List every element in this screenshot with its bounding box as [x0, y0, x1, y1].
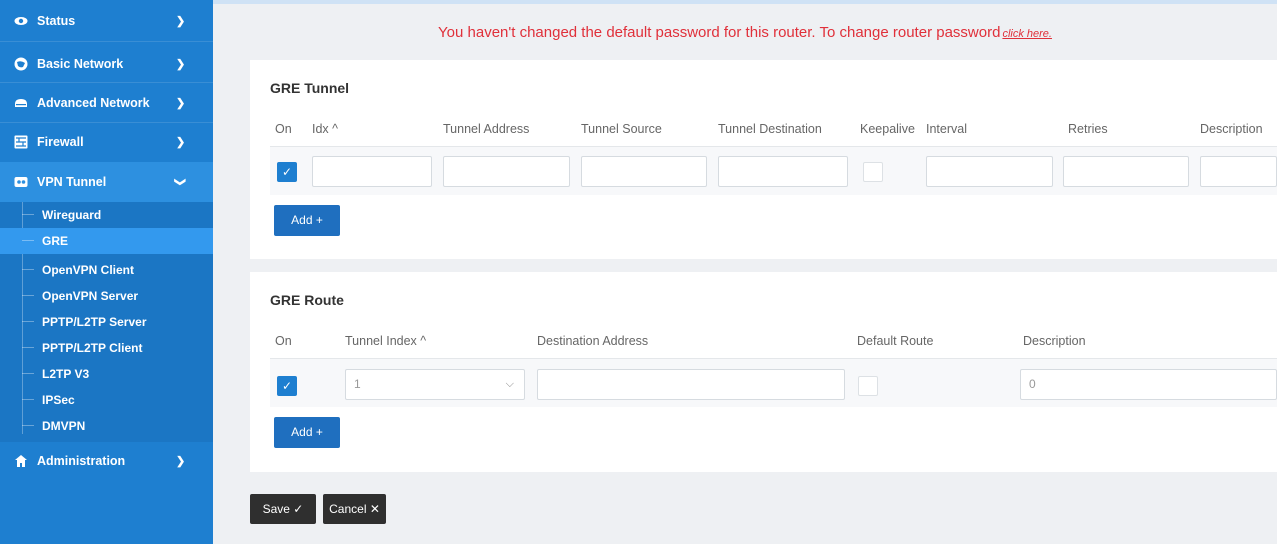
- submenu-label: Wireguard: [42, 208, 102, 222]
- col-idx-sort[interactable]: Idx ^: [312, 122, 338, 136]
- col-retries: Retries: [1068, 122, 1108, 136]
- admin-icon: [15, 455, 27, 467]
- cloud-icon: [15, 99, 27, 107]
- col-tunnel-index-sort[interactable]: Tunnel Index ^: [345, 334, 426, 348]
- tunnel-enabled-checkbox[interactable]: ✓: [277, 162, 297, 182]
- submenu-item-pptp-l2tp-server[interactable]: PPTP/L2TP Server: [0, 309, 213, 335]
- add-route-button[interactable]: Add +: [274, 417, 340, 448]
- col-tunnel-address: Tunnel Address: [443, 122, 530, 136]
- firewall-icon: [14, 135, 28, 149]
- description-input[interactable]: [1200, 156, 1277, 187]
- globe-icon: [14, 57, 28, 71]
- nav-item-basic-network[interactable]: Basic Network ❯: [0, 45, 213, 83]
- col-destination-address: Destination Address: [537, 334, 649, 348]
- submenu-item-wireguard[interactable]: Wireguard: [0, 202, 213, 228]
- vpn-icon: [14, 177, 28, 187]
- chevron-right-icon: ❯: [176, 455, 186, 468]
- col-interval: Interval: [926, 122, 967, 136]
- col-on: On: [275, 334, 292, 348]
- nav-label: VPN Tunnel: [37, 175, 107, 189]
- keepalive-checkbox[interactable]: [863, 162, 883, 182]
- destination-address-input[interactable]: [537, 369, 845, 400]
- description-input[interactable]: 0: [1020, 369, 1277, 400]
- nav-label: Firewall: [37, 135, 84, 149]
- nav-item-status[interactable]: Status ❯: [0, 2, 213, 40]
- col-description: Description: [1023, 334, 1086, 348]
- retries-input[interactable]: [1063, 156, 1189, 187]
- tunnel-index-select[interactable]: 1 ⌵: [345, 369, 525, 400]
- submenu-label: OpenVPN Client: [42, 263, 135, 277]
- chevron-right-icon: ❯: [176, 15, 186, 28]
- top-bar: [213, 0, 1277, 4]
- interval-input[interactable]: [926, 156, 1053, 187]
- default-route-checkbox[interactable]: [858, 376, 878, 396]
- submenu-label: GRE: [42, 234, 69, 248]
- nav-item-firewall[interactable]: Firewall ❯: [0, 123, 213, 161]
- nav-label: Administration: [37, 454, 126, 468]
- submenu-label: PPTP/L2TP Client: [42, 341, 143, 355]
- nav-label: Basic Network: [37, 57, 124, 71]
- password-warning: You haven't changed the default password…: [213, 24, 1277, 41]
- nav-item-administration[interactable]: Administration ❯: [0, 442, 213, 480]
- submenu-label: IPSec: [42, 393, 75, 407]
- save-button[interactable]: Save ✓: [250, 494, 316, 524]
- sidebar: Status ❯ Basic Network ❯ Advanced Networ…: [0, 0, 213, 544]
- submenu-label: L2TP V3: [42, 367, 90, 381]
- change-password-link[interactable]: click here.: [1002, 28, 1052, 40]
- submenu-item-pptp-l2tp-client[interactable]: PPTP/L2TP Client: [0, 335, 213, 361]
- tunnel-destination-input[interactable]: [718, 156, 848, 187]
- col-keepalive: Keepalive: [860, 122, 915, 136]
- eye-icon: [14, 17, 28, 25]
- submenu-label: DMVPN: [42, 419, 86, 433]
- chevron-down-icon: ⌵: [505, 378, 514, 390]
- gre-tunnel-title: GRE Tunnel: [270, 80, 350, 96]
- gre-route-card: GRE Route On Tunnel Index ^ Destination …: [250, 272, 1277, 472]
- tunnel-source-input[interactable]: [581, 156, 707, 187]
- submenu-item-openvpn-client[interactable]: OpenVPN Client: [0, 257, 213, 283]
- route-enabled-checkbox[interactable]: ✓: [277, 376, 297, 396]
- submenu-item-openvpn-server[interactable]: OpenVPN Server: [0, 283, 213, 309]
- warning-text: You haven't changed the default password…: [438, 24, 1001, 41]
- chevron-right-icon: ❯: [176, 136, 186, 149]
- tunnel-address-input[interactable]: [443, 156, 570, 187]
- submenu-item-l2tp-v3[interactable]: L2TP V3: [0, 361, 213, 387]
- gre-route-title: GRE Route: [270, 292, 344, 308]
- cancel-button[interactable]: Cancel ✕: [323, 494, 386, 524]
- chevron-right-icon: ❯: [176, 97, 186, 110]
- idx-input[interactable]: [312, 156, 432, 187]
- submenu-item-dmvpn[interactable]: DMVPN: [0, 413, 213, 439]
- nav-label: Advanced Network: [37, 96, 150, 110]
- add-tunnel-button[interactable]: Add +: [274, 205, 340, 236]
- nav-label: Status: [37, 14, 76, 28]
- col-on: On: [275, 122, 292, 136]
- chevron-right-icon: ❯: [176, 58, 186, 71]
- chevron-down-icon: ❯: [174, 177, 187, 187]
- col-default-route: Default Route: [857, 334, 934, 348]
- nav-item-advanced-network[interactable]: Advanced Network ❯: [0, 84, 213, 122]
- vpn-submenu: Wireguard GRE OpenVPN Client OpenVPN Ser…: [0, 202, 213, 442]
- submenu-label: OpenVPN Server: [42, 289, 139, 303]
- col-tunnel-source: Tunnel Source: [581, 122, 662, 136]
- nav-item-vpn-tunnel[interactable]: VPN Tunnel ❯: [0, 162, 213, 202]
- submenu-item-gre[interactable]: GRE: [0, 228, 213, 254]
- col-description: Description: [1200, 122, 1263, 136]
- tunnel-index-value: 1: [354, 377, 361, 391]
- description-placeholder: 0: [1029, 377, 1036, 391]
- submenu-label: PPTP/L2TP Server: [42, 315, 147, 329]
- submenu-item-ipsec[interactable]: IPSec: [0, 387, 213, 413]
- gre-tunnel-card: GRE Tunnel On Idx ^ Tunnel Address Tunne…: [250, 60, 1277, 259]
- col-tunnel-destination: Tunnel Destination: [718, 122, 822, 136]
